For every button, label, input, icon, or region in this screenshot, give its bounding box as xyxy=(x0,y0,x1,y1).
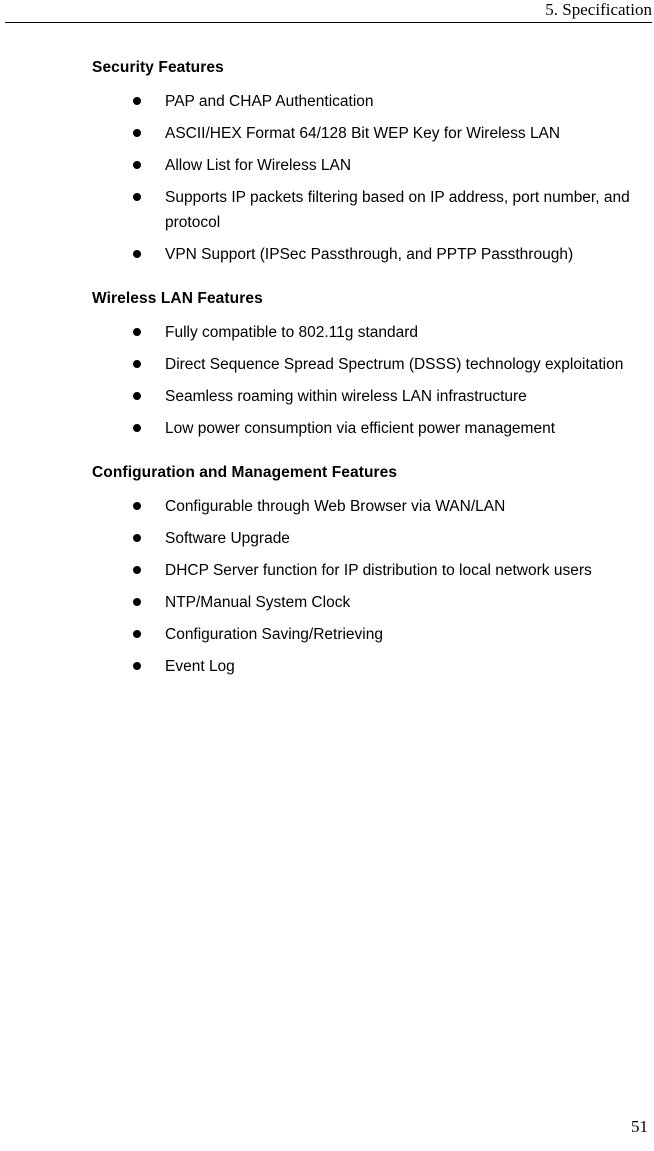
header-divider xyxy=(5,22,652,23)
document-body: Security Features PAP and CHAP Authentic… xyxy=(92,57,652,679)
list-item: ASCII/HEX Format 64/128 Bit WEP Key for … xyxy=(92,121,652,146)
bullet-icon xyxy=(133,494,145,519)
list-item: PAP and CHAP Authentication xyxy=(92,89,652,114)
list-item-label: Configurable through Web Browser via WAN… xyxy=(165,498,506,515)
list-item-label: ASCII/HEX Format 64/128 Bit WEP Key for … xyxy=(165,125,561,142)
bullet-icon xyxy=(133,185,145,210)
list-item-label: PAP and CHAP Authentication xyxy=(165,93,374,110)
bullet-icon xyxy=(133,526,145,551)
bullet-icon xyxy=(133,121,145,146)
feature-list: PAP and CHAP Authentication ASCII/HEX Fo… xyxy=(92,89,652,267)
list-item-label: Supports IP packets filtering based on I… xyxy=(165,189,630,231)
list-item: VPN Support (IPSec Passthrough, and PPTP… xyxy=(92,242,652,267)
section-heading: Security Features xyxy=(92,59,224,76)
list-item: Software Upgrade xyxy=(92,526,652,551)
feature-list: Fully compatible to 802.11g standard Dir… xyxy=(92,320,652,441)
feature-list: Configurable through Web Browser via WAN… xyxy=(92,494,652,679)
list-item-label: Seamless roaming within wireless LAN inf… xyxy=(165,388,527,405)
list-item: Configuration Saving/Retrieving xyxy=(92,622,652,647)
list-item: Allow List for Wireless LAN xyxy=(92,153,652,178)
bullet-icon xyxy=(133,89,145,114)
list-item: Supports IP packets filtering based on I… xyxy=(92,185,652,235)
list-item: Direct Sequence Spread Spectrum (DSSS) t… xyxy=(92,352,652,377)
list-item-label: NTP/Manual System Clock xyxy=(165,594,351,611)
list-item: Configurable through Web Browser via WAN… xyxy=(92,494,652,519)
list-item-label: Allow List for Wireless LAN xyxy=(165,157,352,174)
bullet-icon xyxy=(133,558,145,583)
list-item: DHCP Server function for IP distribution… xyxy=(92,558,652,583)
bullet-icon xyxy=(133,590,145,615)
list-item: Event Log xyxy=(92,654,652,679)
list-item-label: Low power consumption via efficient powe… xyxy=(165,420,556,437)
bullet-icon xyxy=(133,654,145,679)
list-item-label: Direct Sequence Spread Spectrum (DSSS) t… xyxy=(165,356,624,373)
section-configuration-management-features: Configuration and Management Features Co… xyxy=(92,462,652,679)
header-chapter-title: 5. Specification xyxy=(545,0,652,19)
bullet-icon xyxy=(133,384,145,409)
section-security-features: Security Features PAP and CHAP Authentic… xyxy=(92,57,652,267)
section-heading: Wireless LAN Features xyxy=(92,290,263,307)
document-page: 5. Specification Security Features PAP a… xyxy=(0,0,654,1151)
bullet-icon xyxy=(133,622,145,647)
list-item: Seamless roaming within wireless LAN inf… xyxy=(92,384,652,409)
page-header: 5. Specification xyxy=(5,0,652,24)
list-item-label: Fully compatible to 802.11g standard xyxy=(165,324,419,341)
list-item-label: Software Upgrade xyxy=(165,530,290,547)
list-item-label: Event Log xyxy=(165,658,235,675)
bullet-icon xyxy=(133,416,145,441)
section-heading: Configuration and Management Features xyxy=(92,464,398,481)
list-item: Fully compatible to 802.11g standard xyxy=(92,320,652,345)
list-item: Low power consumption via efficient powe… xyxy=(92,416,652,441)
bullet-icon xyxy=(133,320,145,345)
page-footer: 51 xyxy=(5,1117,648,1137)
page-number: 51 xyxy=(631,1117,648,1136)
bullet-icon xyxy=(133,242,145,267)
bullet-icon xyxy=(133,153,145,178)
list-item: NTP/Manual System Clock xyxy=(92,590,652,615)
section-wireless-lan-features: Wireless LAN Features Fully compatible t… xyxy=(92,288,652,441)
list-item-label: VPN Support (IPSec Passthrough, and PPTP… xyxy=(165,246,574,263)
list-item-label: Configuration Saving/Retrieving xyxy=(165,626,383,643)
list-item-label: DHCP Server function for IP distribution… xyxy=(165,562,592,579)
bullet-icon xyxy=(133,352,145,377)
